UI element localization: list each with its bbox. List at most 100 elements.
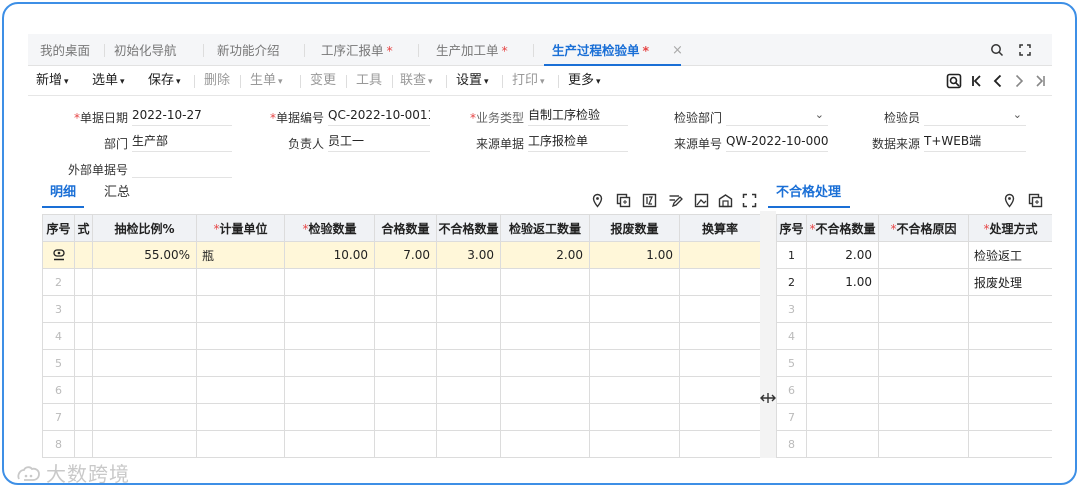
grid-cell[interactable] [679, 322, 761, 350]
tab-summary[interactable]: 汇总 [104, 184, 130, 208]
col-pass-qty[interactable]: 合格数量 [374, 214, 437, 242]
unit-cell[interactable]: 瓶 [196, 241, 285, 269]
table-row[interactable]: 6 [776, 376, 1052, 404]
table-row[interactable]: 4 [776, 322, 1052, 350]
grid-cell[interactable] [679, 349, 761, 377]
grid-cell[interactable] [589, 430, 680, 458]
grid-cell[interactable] [806, 430, 879, 458]
table-row[interactable]: 2 1.00 报废处理 [776, 268, 1052, 296]
grid-cell[interactable] [436, 403, 501, 431]
grid-cell[interactable] [284, 268, 375, 296]
delete-button[interactable]: 删除 [204, 66, 230, 96]
grid-cell[interactable] [878, 349, 969, 377]
grid-cell[interactable] [968, 349, 1052, 377]
grid-cell[interactable] [806, 295, 879, 323]
table-row[interactable]: 3 [42, 295, 761, 323]
table-row[interactable]: 8 [776, 430, 1052, 458]
source-no-field[interactable]: QW-2022-10-0005 [726, 132, 828, 152]
grid-cell[interactable] [196, 403, 285, 431]
style-cell[interactable] [74, 241, 93, 269]
grid-cell[interactable] [589, 403, 680, 431]
grid-cell[interactable] [196, 349, 285, 377]
grid-cell[interactable] [679, 295, 761, 323]
col-defect-qty[interactable]: *不合格数量 [806, 214, 879, 242]
grid-cell[interactable] [74, 403, 93, 431]
panel-splitter[interactable] [760, 211, 776, 458]
prev-record-icon[interactable] [990, 73, 1006, 89]
grid-cell[interactable] [436, 268, 501, 296]
search-icon[interactable] [990, 43, 1004, 57]
grid-cell[interactable] [92, 403, 197, 431]
tab-production-order[interactable]: 生产加工单 * [436, 34, 508, 66]
tab-defect-handling[interactable]: 不合格处理 [767, 184, 850, 208]
grid-cell[interactable] [374, 349, 437, 377]
grid-cell[interactable] [806, 403, 879, 431]
grid-cell[interactable] [500, 430, 590, 458]
table-row[interactable]: 2 [42, 268, 761, 296]
grid-cell[interactable] [968, 322, 1052, 350]
grid-cell[interactable] [374, 430, 437, 458]
grid-cell[interactable] [284, 295, 375, 323]
row-index-cell[interactable] [42, 241, 75, 269]
table-row[interactable]: 6 [42, 376, 761, 404]
grid-cell[interactable] [500, 268, 590, 296]
row-index-cell[interactable]: 7 [42, 403, 75, 431]
fullscreen-icon[interactable] [1018, 43, 1032, 57]
row-index-cell[interactable]: 3 [776, 295, 807, 323]
grid-cell[interactable] [436, 376, 501, 404]
table-row[interactable]: 8 [42, 430, 761, 458]
tab-my-desktop[interactable]: 我的桌面 [40, 34, 90, 66]
grid-cell[interactable] [878, 376, 969, 404]
select-doc-button[interactable]: 选单 ▾ [92, 66, 125, 96]
dept-field[interactable]: 生产部 [132, 132, 232, 152]
row-index-cell[interactable]: 3 [42, 295, 75, 323]
table-row[interactable]: 5 [776, 349, 1052, 377]
tab-detail[interactable]: 明细 [41, 184, 85, 208]
row-index-cell[interactable]: 8 [42, 430, 75, 458]
row-index-cell[interactable]: 5 [42, 349, 75, 377]
grid-cell[interactable] [74, 376, 93, 404]
source-doc-field[interactable]: 工序报检单 [528, 132, 628, 152]
table-row[interactable]: 7 [42, 403, 761, 431]
grid-cell[interactable] [92, 376, 197, 404]
doc-no-field[interactable]: QC-2022-10-0011 [328, 106, 430, 126]
table-row[interactable]: 55.00% 瓶 10.00 7.00 3.00 2.00 1.00 [42, 241, 761, 269]
close-icon[interactable]: × [672, 34, 683, 68]
col-unit[interactable]: *计量单位 [196, 214, 285, 242]
biz-type-field[interactable]: 自制工序检验 [528, 106, 628, 126]
settings-button[interactable]: 设置 ▾ [456, 66, 489, 96]
row-index-cell[interactable]: 1 [776, 241, 807, 269]
row-index-cell[interactable]: 4 [776, 322, 807, 350]
grid-cell[interactable] [284, 376, 375, 404]
grid-cell[interactable] [679, 268, 761, 296]
location-icon[interactable] [590, 193, 605, 208]
grid-cell[interactable] [436, 349, 501, 377]
grid-cell[interactable] [196, 430, 285, 458]
grid-cell[interactable] [374, 295, 437, 323]
last-record-icon[interactable] [1032, 73, 1048, 89]
grid-cell[interactable] [436, 295, 501, 323]
tab-inspection-form[interactable]: 生产过程检验单 * × [543, 34, 683, 66]
defect-qty-cell[interactable]: 1.00 [806, 268, 879, 296]
sample-ratio-cell[interactable]: 55.00% [92, 241, 197, 269]
grid-cell[interactable] [374, 376, 437, 404]
scrap-qty-cell[interactable]: 1.00 [589, 241, 680, 269]
stock-icon[interactable] [718, 193, 733, 208]
expand-icon[interactable] [742, 193, 757, 208]
data-source-field[interactable]: T+WEB端 [924, 132, 1026, 152]
grid-cell[interactable] [589, 295, 680, 323]
next-record-icon[interactable] [1011, 73, 1027, 89]
col-inspect-qty[interactable]: *检验数量 [284, 214, 375, 242]
grid-cell[interactable] [74, 349, 93, 377]
image-icon[interactable] [694, 193, 709, 208]
grid-cell[interactable] [589, 322, 680, 350]
row-index-cell[interactable]: 6 [42, 376, 75, 404]
table-row[interactable]: 3 [776, 295, 1052, 323]
pass-qty-cell[interactable]: 7.00 [374, 241, 437, 269]
grid-cell[interactable] [196, 295, 285, 323]
row-index-cell[interactable]: 8 [776, 430, 807, 458]
save-button[interactable]: 保存 ▾ [148, 66, 181, 96]
grid-cell[interactable] [374, 268, 437, 296]
generate-doc-button[interactable]: 生单 ▾ [250, 66, 283, 96]
grid-cell[interactable] [500, 295, 590, 323]
